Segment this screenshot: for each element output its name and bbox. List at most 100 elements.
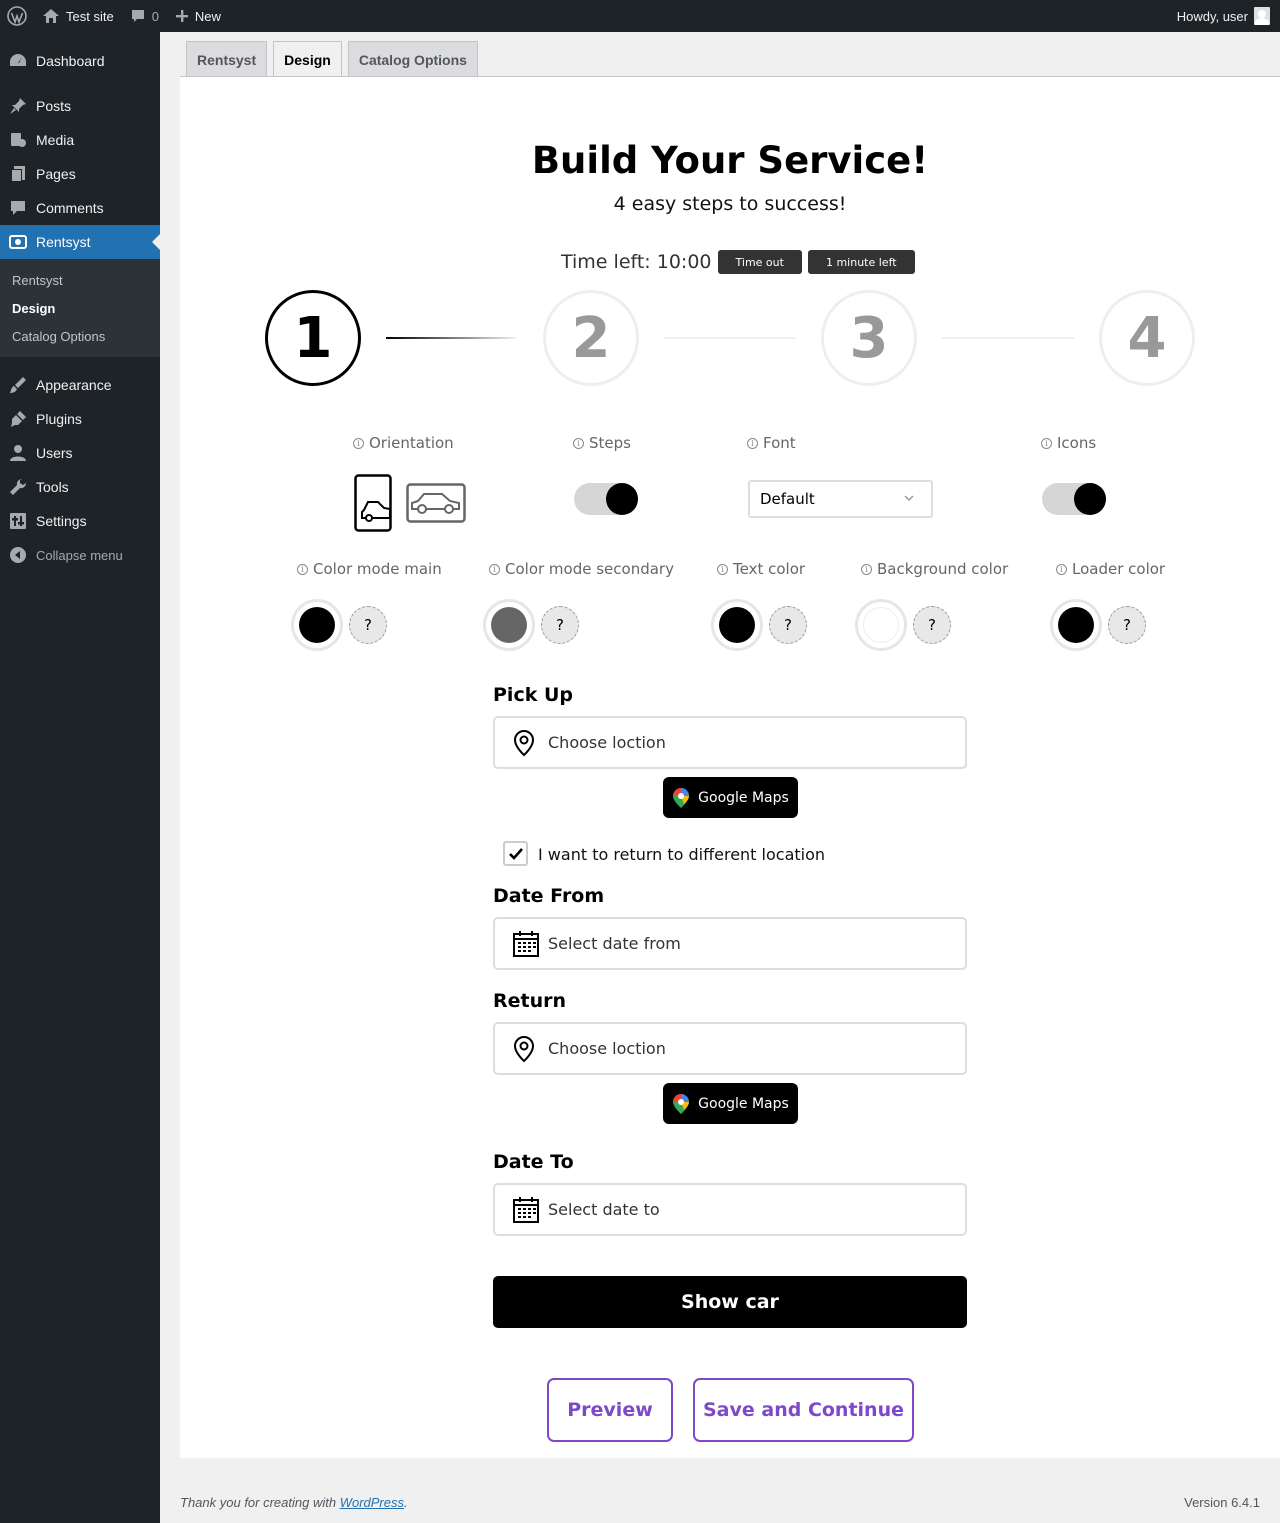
sidebar-item-dashboard[interactable]: Dashboard <box>0 44 160 78</box>
info-icon: i <box>861 563 872 575</box>
sidebar-item-label: Appearance <box>36 377 112 393</box>
design-panel: Build Your Service! 4 easy steps to succ… <box>180 77 1280 1458</box>
tab-design[interactable]: Design <box>273 41 342 77</box>
step-3[interactable]: 3 <box>821 290 917 386</box>
text-color-label: i Text color <box>717 560 805 578</box>
loader-color-help-button[interactable]: ? <box>1108 606 1146 644</box>
horizontal-car-icon <box>406 483 466 523</box>
color-secondary-swatch[interactable] <box>483 599 535 651</box>
show-car-button[interactable]: Show car <box>493 1276 967 1328</box>
save-and-continue-button[interactable]: Save and Continue <box>693 1378 914 1442</box>
loader-color-label: i Loader color <box>1056 560 1165 578</box>
sidebar-item-media[interactable]: Media <box>0 123 160 157</box>
return-google-maps-button[interactable]: Google Maps <box>663 1083 798 1124</box>
steps-toggle[interactable] <box>574 483 638 515</box>
plus-icon <box>175 10 188 22</box>
collapse-menu-button[interactable]: Collapse menu <box>0 538 160 572</box>
info-icon: i <box>747 437 758 449</box>
submenu-item-design[interactable]: Design <box>0 294 160 322</box>
one-minute-left-button[interactable]: 1 minute left <box>807 250 915 274</box>
sidebar-item-users[interactable]: Users <box>0 436 160 470</box>
date-to-input[interactable]: Select date to <box>493 1183 967 1236</box>
page-subtitle: 4 easy steps to success! <box>613 193 847 215</box>
submenu-item-rentsyst[interactable]: Rentsyst <box>0 266 160 294</box>
text-color-help-button[interactable]: ? <box>769 606 807 644</box>
date-from-input[interactable]: Select date from <box>493 917 967 970</box>
sidebar-item-posts[interactable]: Posts <box>0 89 160 123</box>
return-location-input[interactable]: Choose loction <box>493 1022 967 1075</box>
toggle-knob <box>1074 483 1106 515</box>
site-name-link[interactable]: Test site <box>34 0 122 32</box>
sidebar-item-settings[interactable]: Settings <box>0 504 160 538</box>
page-title: Build Your Service! <box>531 139 929 182</box>
comments-count: 0 <box>151 8 159 24</box>
background-color-text: Background color <box>877 560 1009 578</box>
home-icon <box>43 9 59 23</box>
sidebar-item-rentsyst[interactable]: Rentsyst <box>0 225 160 259</box>
steps-text: Steps <box>589 434 631 452</box>
icons-toggle[interactable] <box>1042 483 1106 515</box>
return-different-location-label[interactable]: I want to return to different location <box>538 845 825 864</box>
color-main-text: Color mode main <box>313 560 442 578</box>
location-pin-icon <box>513 1035 535 1063</box>
preview-button[interactable]: Preview <box>547 1378 673 1442</box>
color-secondary-help-button[interactable]: ? <box>541 606 579 644</box>
return-different-location-checkbox[interactable] <box>503 841 528 866</box>
font-text: Font <box>763 434 796 452</box>
pickup-location-input[interactable]: Choose loction <box>493 716 967 769</box>
google-maps-icon <box>673 1093 690 1114</box>
wordpress-link[interactable]: WordPress <box>340 1495 404 1510</box>
checkmark-icon <box>508 847 523 860</box>
avatar <box>1254 7 1270 25</box>
date-from-label: Date From <box>493 885 605 907</box>
tab-rentsyst[interactable]: Rentsyst <box>186 41 268 77</box>
new-label: New <box>194 8 221 24</box>
orientation-horizontal-option[interactable] <box>406 483 466 523</box>
orientation-vertical-option[interactable] <box>354 474 392 532</box>
step-4[interactable]: 4 <box>1099 290 1195 386</box>
font-label: i Font <box>747 434 796 452</box>
new-content-link[interactable]: New <box>167 0 229 32</box>
color-main-help-button[interactable]: ? <box>349 606 387 644</box>
step-2[interactable]: 2 <box>543 290 639 386</box>
calendar-icon <box>513 1197 539 1223</box>
sidebar-item-tools[interactable]: Tools <box>0 470 160 504</box>
sidebar-item-appearance[interactable]: Appearance <box>0 368 160 402</box>
google-maps-label: Google Maps <box>698 789 789 806</box>
text-color-swatch[interactable] <box>711 599 763 651</box>
font-select[interactable]: Default <box>748 480 933 518</box>
info-icon: i <box>489 563 500 575</box>
loader-color-swatch[interactable] <box>1050 599 1102 651</box>
user-icon <box>0 443 36 463</box>
loader-color-control: ? <box>1050 599 1146 651</box>
sidebar-item-plugins[interactable]: Plugins <box>0 402 160 436</box>
sidebar-item-pages[interactable]: Pages <box>0 157 160 191</box>
submenu-item-catalog-options[interactable]: Catalog Options <box>0 322 160 350</box>
comments-link[interactable]: 0 <box>122 0 167 32</box>
sidebar-item-comments[interactable]: Comments <box>0 191 160 225</box>
admin-bar: Test site 0 New Howdy, user <box>0 0 1280 32</box>
pickup-google-maps-button[interactable]: Google Maps <box>663 777 798 818</box>
tab-catalog-options[interactable]: Catalog Options <box>347 41 478 77</box>
time-out-button[interactable]: Time out <box>717 250 802 274</box>
background-color-help-button[interactable]: ? <box>913 606 951 644</box>
info-icon: i <box>717 563 728 575</box>
steps-label: i Steps <box>573 434 631 452</box>
my-account-link[interactable]: Howdy, user <box>1169 0 1280 32</box>
wordpress-logo-icon[interactable] <box>0 0 34 32</box>
comment-icon <box>131 10 144 22</box>
sidebar-item-label: Media <box>36 132 75 148</box>
color-secondary-text: Color mode secondary <box>505 560 674 578</box>
toggle-knob <box>606 483 638 515</box>
collapse-label: Collapse menu <box>36 547 123 563</box>
background-color-swatch[interactable] <box>855 599 907 651</box>
footer-thanks-prefix: Thank you for creating with <box>180 1495 340 1510</box>
pages-icon <box>0 164 36 184</box>
date-to-placeholder: Select date to <box>548 1200 660 1219</box>
calendar-icon <box>513 931 539 957</box>
chevron-down-icon <box>904 495 914 502</box>
step-1[interactable]: 1 <box>265 290 361 386</box>
color-main-swatch[interactable] <box>291 599 343 651</box>
rentsyst-submenu: Rentsyst Design Catalog Options <box>0 259 160 357</box>
sidebar-item-label: Posts <box>36 98 72 114</box>
